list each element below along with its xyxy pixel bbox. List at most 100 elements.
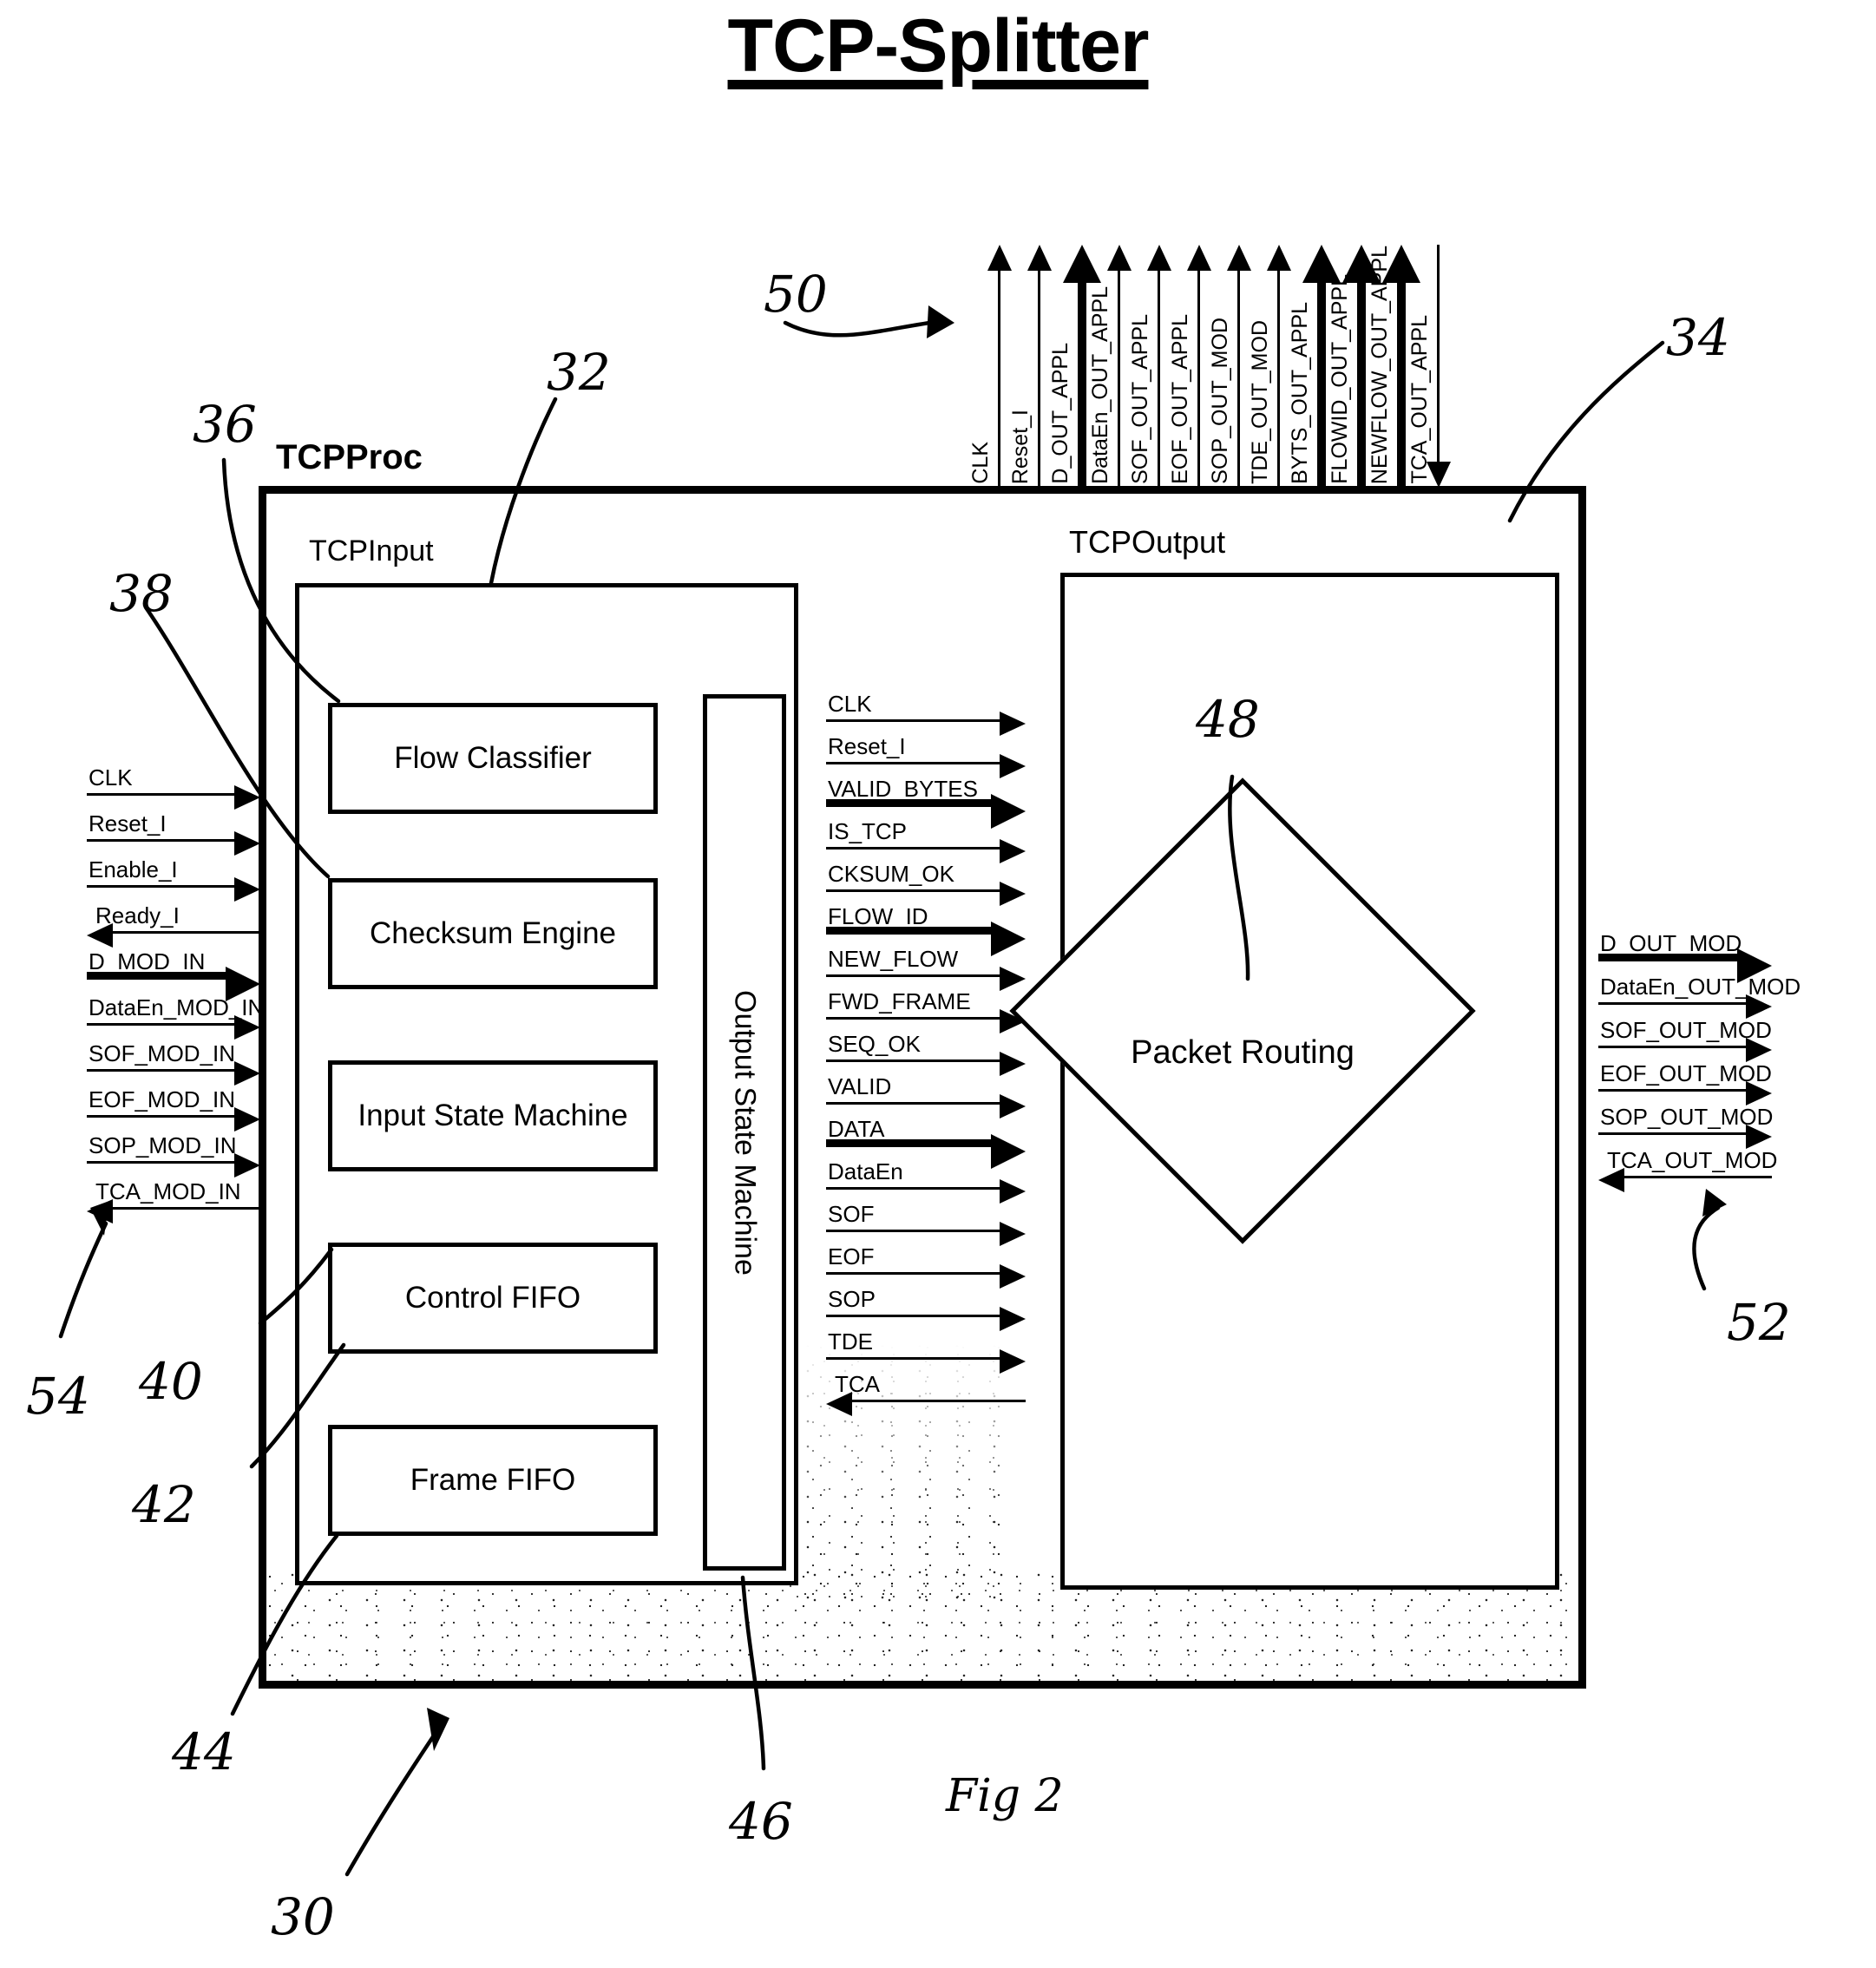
callout-50: 50 [764, 265, 828, 324]
control-fifo-block: Control FIFO [328, 1243, 658, 1354]
signal-label-new_flow: NEW_FLOW [828, 946, 959, 972]
callout-54: 54 [26, 1367, 90, 1426]
signal-label-cksum_ok: CKSUM_OK [828, 861, 954, 887]
signal-label-dataen: DataEn [828, 1158, 903, 1184]
signal-line [1437, 245, 1440, 462]
tcpproc-label: TCPProc [276, 438, 423, 476]
arrowhead-right [234, 1107, 260, 1132]
checksum-engine-label: Checksum Engine [369, 916, 617, 950]
signal-line [87, 972, 226, 980]
arrowhead-right [991, 794, 1026, 829]
arrowhead-right [234, 785, 260, 810]
callout-30: 30 [271, 1887, 335, 1946]
callout-38: 38 [109, 564, 174, 623]
callout-40: 40 [139, 1352, 203, 1411]
arrowhead-right [1000, 967, 1026, 991]
arrowhead-up [987, 245, 1012, 271]
signal-line [852, 1400, 1026, 1402]
signal-label-clk: CLK [828, 691, 872, 717]
arrowhead-right [1000, 882, 1026, 906]
callout-34: 34 [1666, 308, 1730, 367]
signal-line [826, 1230, 1000, 1232]
signal-label-fwd_frame: FWD_FRAME [828, 988, 971, 1014]
signal-label-sop_mod_in: SOP_MOD_IN [89, 1132, 237, 1158]
signal-label-sop: SOP [828, 1286, 876, 1312]
signal-label-reset_i: Reset_I [1008, 409, 1033, 484]
signal-label-newflow_out_appl: NEWFLOW_OUT_APPL [1368, 245, 1392, 484]
signal-label-eof: EOF [828, 1243, 875, 1269]
signal-line [87, 839, 234, 842]
arrowhead-right [1000, 754, 1026, 778]
arrowhead-right [991, 922, 1026, 956]
callout-36: 36 [193, 395, 257, 454]
signal-line [826, 799, 991, 807]
signal-line [998, 271, 1000, 488]
arrowhead-right [234, 1061, 260, 1086]
arrowhead-up [1227, 245, 1251, 271]
signal-label-eof_out_appl: EOF_OUT_APPL [1168, 314, 1192, 484]
callout-52: 52 [1727, 1293, 1791, 1352]
signal-label-tca_out_appl: TCA_OUT_APPL [1407, 315, 1432, 484]
arrowhead-up [1187, 245, 1211, 271]
tcpinput-label: TCPInput [309, 535, 434, 567]
arrowhead-right [1000, 1009, 1026, 1033]
arrowhead-right [1000, 839, 1026, 863]
signal-line [1078, 283, 1086, 488]
signal-label-tca_out_mod: TCA_OUT_MOD [1607, 1147, 1778, 1173]
packet-routing-label: Packet Routing [1131, 1034, 1355, 1071]
signal-line [1317, 283, 1326, 488]
signal-label-sof: SOF [828, 1201, 875, 1227]
arrowhead-up [1147, 245, 1171, 271]
signal-line [1277, 271, 1280, 488]
signal-line [1237, 271, 1240, 488]
signal-line [826, 1272, 1000, 1275]
arrowhead-right [234, 1015, 260, 1040]
frame-fifo-label: Frame FIFO [410, 1463, 576, 1497]
signal-line [1397, 283, 1406, 488]
signal-line [826, 1139, 991, 1147]
signal-label-valid: VALID [828, 1073, 892, 1099]
callout-32: 32 [547, 343, 611, 402]
arrowhead-right [1000, 1349, 1026, 1374]
signal-line [826, 889, 1000, 892]
signal-line [1598, 1046, 1746, 1048]
arrowhead-right [1000, 1264, 1026, 1289]
signal-line [826, 762, 1000, 764]
arrowhead-left [87, 923, 113, 948]
signal-line [826, 1315, 1000, 1317]
signal-line [1598, 954, 1737, 961]
signal-line [113, 931, 260, 934]
signal-line [1624, 1176, 1772, 1178]
callout-48: 48 [1196, 690, 1260, 749]
callout-44: 44 [172, 1722, 236, 1781]
signal-label-clk: CLK [968, 442, 993, 484]
arrowhead-right [1746, 994, 1772, 1019]
page-title: TCP-Splitter [727, 4, 1150, 88]
signal-line [826, 1102, 1000, 1105]
arrowhead-right [1000, 1094, 1026, 1118]
arrowhead-right [1746, 1038, 1772, 1062]
arrowhead-left [826, 1392, 852, 1416]
signal-line [826, 1357, 1000, 1360]
signal-line [87, 793, 234, 796]
signal-label-tca_mod_in: TCA_MOD_IN [95, 1178, 241, 1204]
arrowhead-right [1746, 1081, 1772, 1105]
arrowhead-up [1107, 245, 1132, 271]
arrowhead-right [1000, 1179, 1026, 1204]
signal-line [87, 1069, 234, 1072]
signal-line [1357, 283, 1366, 488]
signal-label-tde: TDE [828, 1328, 873, 1355]
output-state-machine-block: Output State Machine [703, 694, 786, 1571]
signal-line [1598, 1089, 1746, 1092]
signal-line [826, 927, 991, 935]
input-state-machine-block: Input State Machine [328, 1060, 658, 1171]
signal-line [87, 1115, 234, 1118]
signal-label-byts_out_appl: BYTS_OUT_APPL [1288, 302, 1312, 484]
output-state-machine-label: Output State Machine [728, 989, 762, 1276]
signal-label-reset_i: Reset_I [89, 810, 167, 836]
figure-number-label: Fig 2 [946, 1770, 1064, 1822]
figure-canvas: TCP-Splitter TCPProc TCPInput Flow Class… [0, 0, 1876, 1968]
signal-line [826, 1059, 1000, 1062]
signal-label-is_tcp: IS_TCP [828, 818, 908, 844]
arrowhead-right [234, 877, 260, 902]
